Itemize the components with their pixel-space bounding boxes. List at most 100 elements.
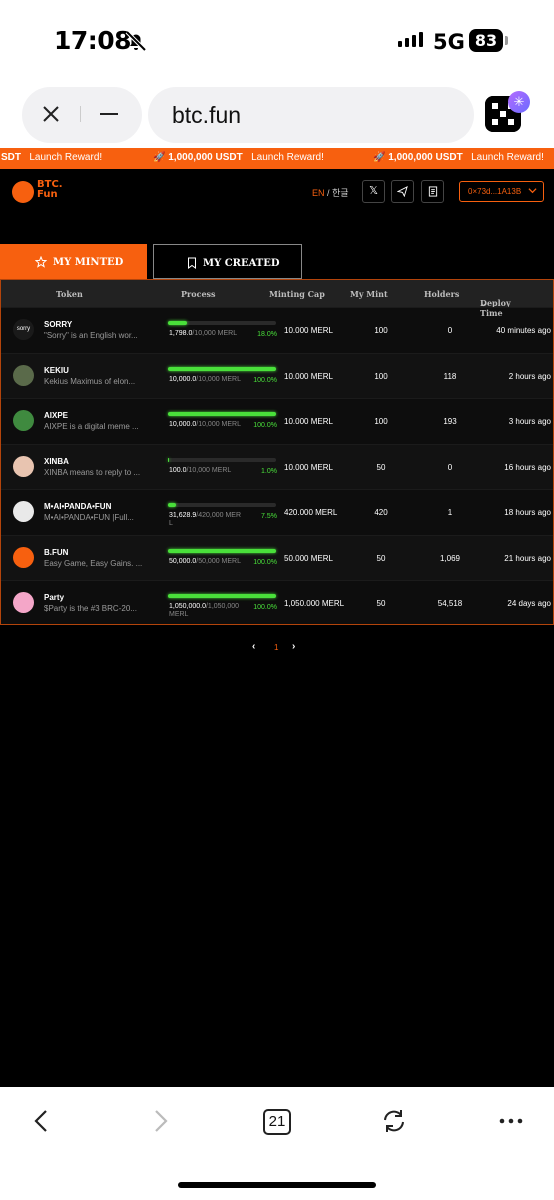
- progress-percent: 18.0%: [257, 331, 277, 338]
- divider: [80, 106, 81, 122]
- token-name[interactable]: XINBA: [44, 457, 69, 466]
- ticker-reward: Launch Reward!: [471, 152, 544, 163]
- ticker-prefix: SDT: [1, 152, 21, 163]
- minting-cap: 10.000 MERL: [284, 371, 333, 381]
- token-avatar: [13, 592, 34, 613]
- minted-amount: 1,798.0: [169, 330, 193, 337]
- minting-cap: 420.000 MERL: [284, 508, 338, 517]
- token-avatar: [13, 410, 34, 431]
- chevron-right-icon[interactable]: ›: [292, 641, 295, 652]
- tab-my-minted[interactable]: MY MINTED: [0, 244, 147, 279]
- forward-icon[interactable]: [146, 1107, 174, 1135]
- token-name[interactable]: B.FUN: [44, 548, 68, 557]
- minimize-icon[interactable]: [100, 113, 118, 115]
- token-description: $Party is the #3 BRC-20...: [44, 604, 137, 613]
- sparkle-badge-icon: ✳: [508, 91, 530, 113]
- table-row[interactable]: AIXPE AIXPE is a digital meme ... 10,000.0…: [1, 398, 553, 443]
- progress-fill: [168, 548, 276, 553]
- language-switch[interactable]: EN / 한글: [312, 186, 349, 199]
- telegram-icon[interactable]: [391, 180, 414, 203]
- token-name[interactable]: SORRY: [44, 320, 72, 329]
- table-row[interactable]: Party $Party is the #3 BRC-20... 1,050,000…: [1, 580, 553, 625]
- token-description: AIXPE is a digital meme ...: [44, 422, 139, 431]
- document-icon[interactable]: [421, 180, 444, 203]
- deploy-time: 3 hours ago: [508, 417, 551, 426]
- wallet-address: 0×73d...1A13B: [468, 187, 522, 196]
- progress-fill: [168, 321, 188, 325]
- token-name[interactable]: KEKIU: [44, 366, 69, 375]
- tabs-count-button[interactable]: 21: [263, 1109, 291, 1135]
- minting-cap: 50.000 MERL: [284, 553, 333, 563]
- progress-bar: [168, 321, 276, 325]
- token-description: Kekius Maximus of elon...: [44, 376, 136, 386]
- bell-muted-icon: [125, 30, 147, 52]
- home-indicator: [178, 1182, 376, 1188]
- tab-label: MY CREATED: [203, 257, 280, 269]
- network-label: 5G: [433, 30, 465, 54]
- page-number[interactable]: 1: [274, 643, 278, 652]
- col-minting-cap: Minting Cap: [269, 289, 325, 299]
- lang-separator: /: [324, 188, 333, 198]
- progress-percent: 7.5%: [261, 513, 277, 520]
- token-avatar: [13, 501, 34, 522]
- minted-amount: 10,000.0: [169, 421, 197, 428]
- progress-text: 10,000.0/10,000 MERL: [169, 376, 243, 384]
- table-row[interactable]: sorry SORRY "Sorry" is an English wor... 1,…: [1, 307, 553, 352]
- rocket-icon: 🚀: [373, 152, 386, 163]
- back-icon[interactable]: [28, 1107, 56, 1135]
- ticker-amount: 1,000,000 USDT: [168, 152, 243, 163]
- token-description: Easy Game, Easy Gains. ...: [44, 558, 143, 568]
- status-bar: 17:08 5G 83: [0, 0, 554, 76]
- btcfun-logo-icon[interactable]: [12, 181, 34, 203]
- token-description: XINBA means to reply to ...: [44, 467, 141, 477]
- bookmark-icon: [188, 257, 196, 269]
- col-holders: Holders: [424, 289, 460, 299]
- x-twitter-icon[interactable]: 𝕏: [362, 180, 385, 203]
- table-row[interactable]: M•AI•PANDA•FUN M•AI•PANDA•FUN |Full... 31,…: [1, 489, 553, 534]
- rocket-icon: 🚀: [153, 152, 166, 163]
- minted-amount: 31,628.9: [169, 512, 197, 519]
- lang-en[interactable]: EN: [312, 188, 325, 198]
- minted-amount: 50,000.0: [169, 557, 197, 565]
- battery-tip: [505, 36, 508, 45]
- my-mint: 420: [374, 508, 388, 517]
- deploy-time: 24 days ago: [507, 599, 551, 608]
- close-icon[interactable]: [40, 103, 62, 125]
- table-row[interactable]: XINBA XINBA means to reply to ... 100.0/10…: [1, 443, 553, 489]
- progress-percent: 100.0%: [253, 604, 277, 611]
- more-icon[interactable]: [497, 1107, 525, 1135]
- minted-amount: 10,000.0: [169, 375, 197, 383]
- table-row[interactable]: KEKIU Kekius Maximus of elon... 10,000.0/1…: [1, 352, 553, 398]
- col-process: Process: [181, 289, 216, 299]
- signal-icon: [398, 32, 423, 47]
- logo-line-2: Fun: [37, 189, 58, 200]
- token-name[interactable]: M•AI•PANDA•FUN: [44, 502, 111, 511]
- chevron-left-icon[interactable]: ‹: [252, 641, 255, 652]
- deploy-time: 21 hours ago: [504, 553, 551, 563]
- col-my-mint: My Mint: [350, 289, 388, 299]
- deploy-time: 16 hours ago: [504, 462, 551, 472]
- lang-kr[interactable]: 한글: [332, 188, 349, 198]
- ticker-reward: Launch Reward!: [251, 152, 324, 163]
- progress-text: 1,798.0/10,000 MERL: [169, 330, 243, 338]
- minted-amount: 1,050,000.0: [169, 603, 206, 610]
- url-text: btc.fun: [172, 102, 242, 128]
- token-avatar: [13, 364, 34, 386]
- table-header: Token Process Minting Cap My Mint Holder…: [1, 280, 553, 318]
- cap-total: /10,000 MERL: [186, 466, 232, 474]
- token-description: M•AI•PANDA•FUN |Full...: [44, 513, 134, 522]
- wallet-address-button[interactable]: 0×73d...1A13B: [459, 181, 544, 202]
- progress-percent: 100.0%: [253, 422, 277, 429]
- token-name[interactable]: Party: [44, 593, 64, 602]
- table-row[interactable]: B.FUN Easy Game, Easy Gains. ... 50,000.0/…: [1, 534, 553, 580]
- token-name[interactable]: AIXPE: [44, 411, 68, 420]
- refresh-icon[interactable]: [380, 1107, 408, 1135]
- tab-my-created[interactable]: MY CREATED: [153, 244, 302, 279]
- star-icon: [35, 256, 47, 268]
- browser-bottom-bar: 21: [0, 1087, 554, 1200]
- token-avatar: sorry: [13, 319, 34, 340]
- address-bar[interactable]: btc.fun: [148, 87, 474, 143]
- tab-label: MY MINTED: [53, 256, 124, 268]
- minting-cap: 10.000 MERL: [284, 326, 333, 335]
- site-logo[interactable]: BTC. Fun: [37, 180, 63, 200]
